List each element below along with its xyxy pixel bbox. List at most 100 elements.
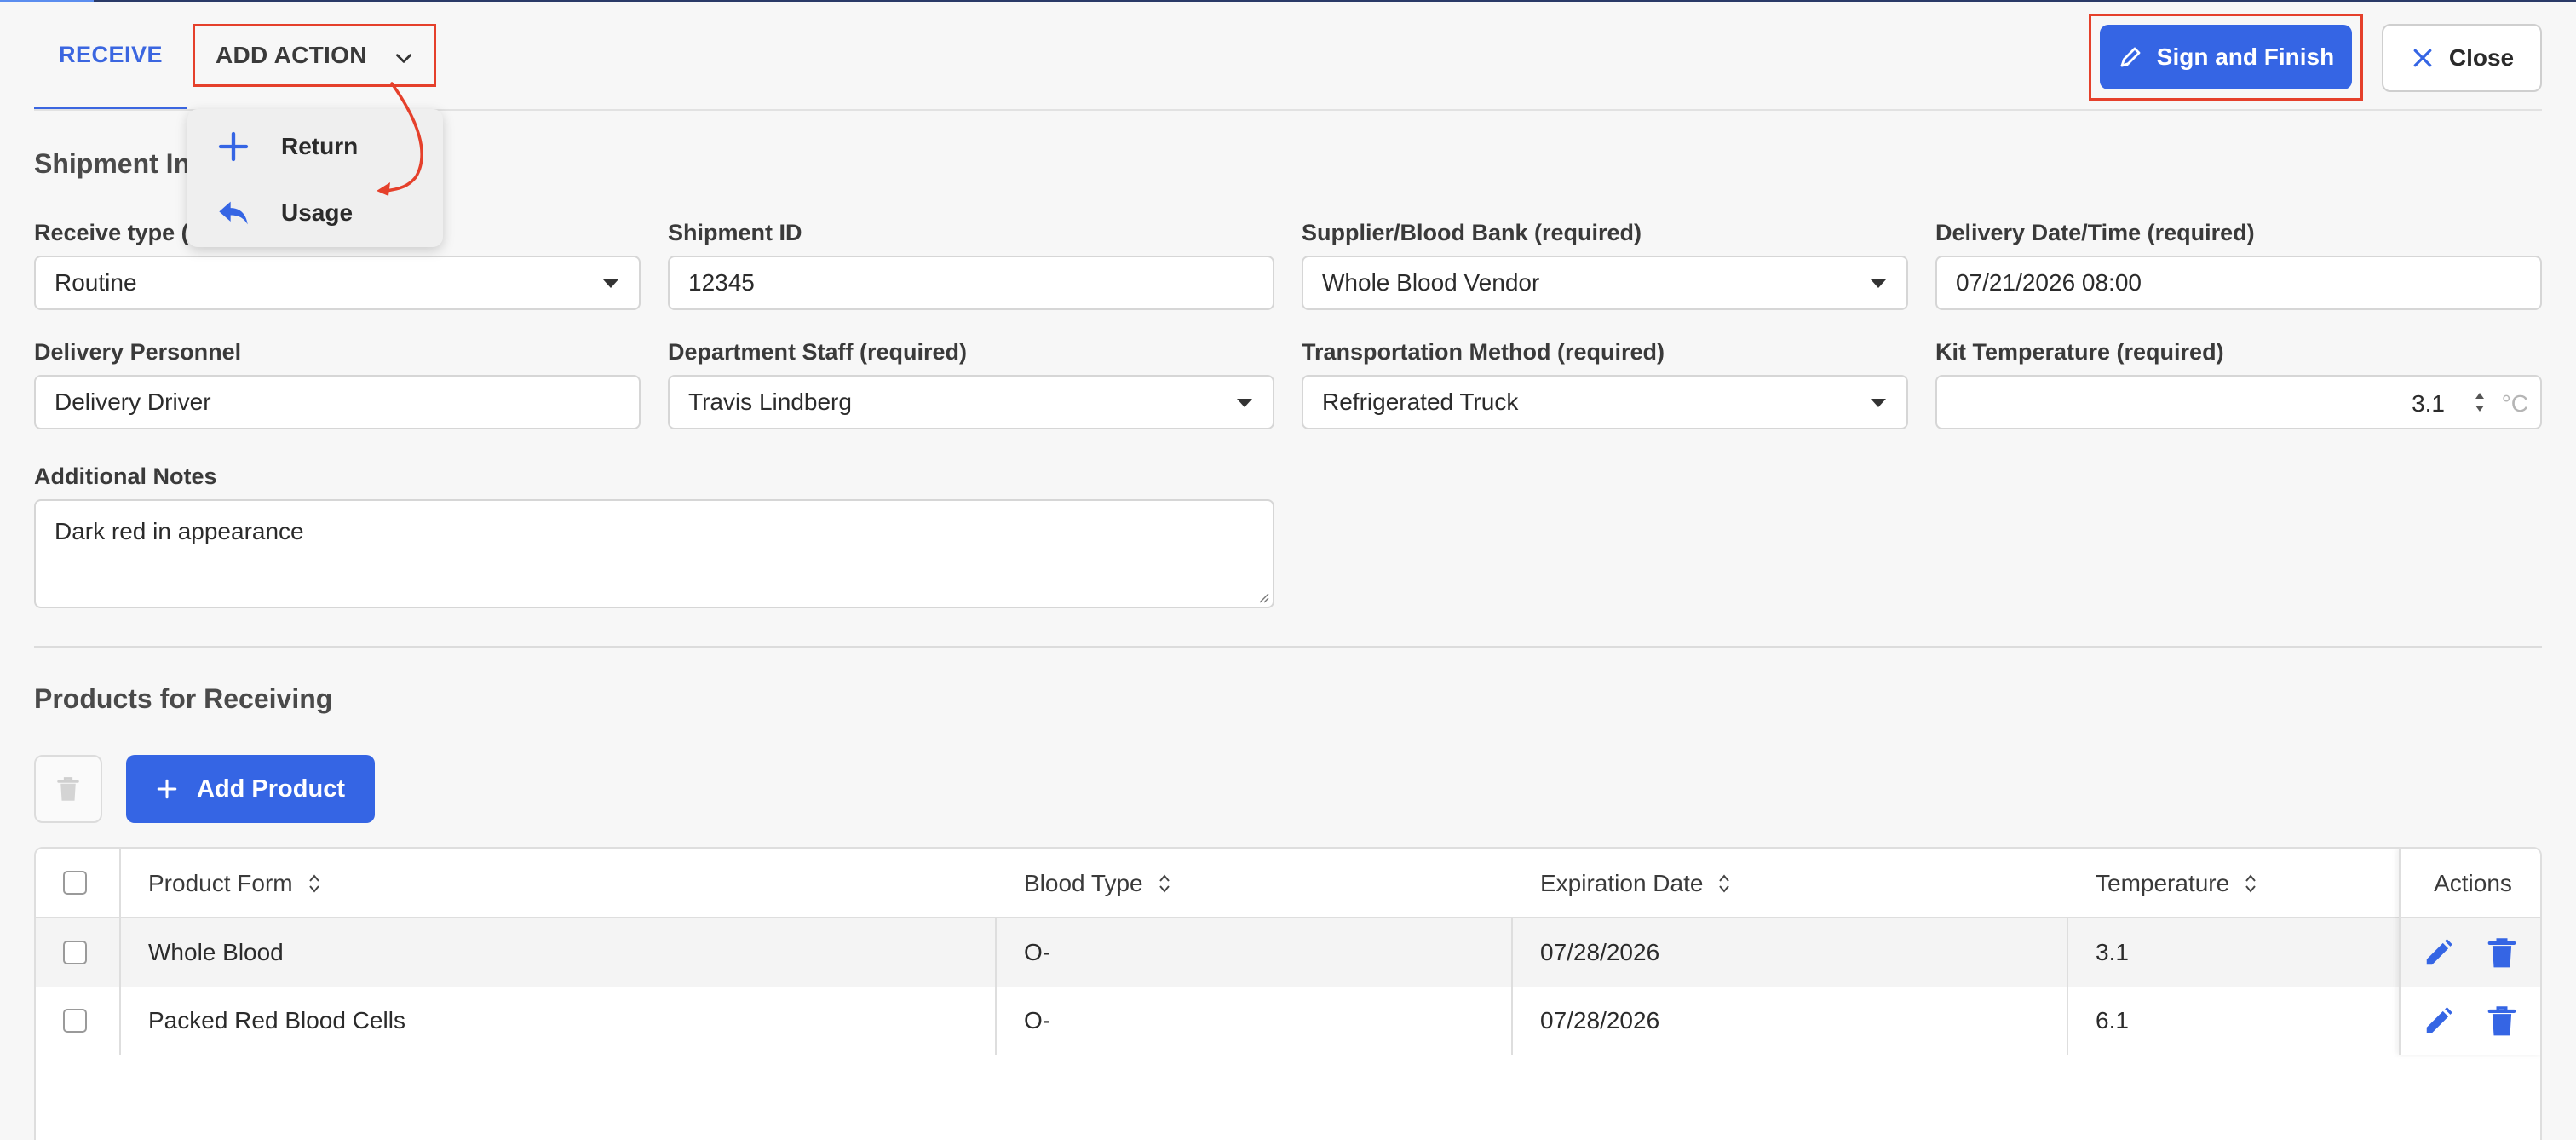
cell-product-form: Whole Blood — [148, 939, 284, 965]
close-icon — [2413, 49, 2432, 67]
column-header-blood-type[interactable]: Blood Type — [1024, 849, 1170, 918]
cell-expiration-date: 07/28/2026 — [1540, 1007, 1660, 1033]
column-header-label: Blood Type — [1024, 870, 1143, 896]
close-label: Close — [2448, 44, 2515, 71]
shipment-id-input[interactable]: 12345 — [668, 256, 1274, 310]
add-product-button[interactable]: Add Product — [126, 755, 375, 823]
sign-and-finish-label: Sign and Finish — [2156, 43, 2335, 70]
column-header-label: Product Form — [148, 870, 293, 896]
column-header-temperature[interactable]: Temperature — [2096, 849, 2257, 918]
cell-temperature: 3.1 — [2096, 939, 2129, 965]
kit-temperature-value: 3.1 — [2412, 390, 2445, 417]
kit-temperature-label: Kit Temperature (required) — [1935, 339, 2224, 365]
receive-type-value: Routine — [55, 269, 137, 296]
supplier-value: Whole Blood Vendor — [1322, 269, 1540, 296]
column-header-actions: Actions — [2401, 849, 2540, 918]
table-header: Product Form Blood Type Expiration Date … — [36, 849, 2540, 918]
receive-type-select[interactable]: Routine — [34, 256, 641, 310]
delivery-personnel-value: Delivery Driver — [55, 389, 211, 415]
reply-arrow-icon — [219, 201, 248, 225]
column-header-label: Temperature — [2096, 870, 2230, 896]
number-spinner-icon[interactable] — [2474, 389, 2486, 416]
transport-method-value: Refrigerated Truck — [1322, 389, 1519, 415]
edit-pencil-icon[interactable] — [2423, 936, 2455, 969]
delete-selected-button[interactable] — [34, 755, 102, 823]
header-bar: RECEIVE ADD ACTION Sign and Finish Close — [0, 2, 2576, 111]
edit-pencil-icon[interactable] — [2423, 1005, 2455, 1037]
sort-icon — [1159, 874, 1170, 893]
table-row: Whole Blood O- 07/28/2026 3.1 — [36, 918, 2540, 987]
sort-icon — [2245, 874, 2256, 893]
cell-expiration-date: 07/28/2026 — [1540, 939, 1660, 965]
cell-temperature: 6.1 — [2096, 1007, 2129, 1033]
cell-product-form: Packed Red Blood Cells — [148, 1007, 405, 1033]
row-checkbox[interactable] — [63, 1009, 87, 1033]
delivery-date-label: Delivery Date/Time (required) — [1935, 220, 2255, 245]
resize-grip-icon[interactable] — [1256, 590, 1269, 603]
actions-column: Actions — [2399, 849, 2540, 1055]
chevron-down-icon — [396, 54, 411, 63]
close-button[interactable]: Close — [2382, 24, 2542, 92]
kit-temperature-input[interactable]: 3.1 °C — [1935, 375, 2542, 429]
notes-value: Dark red in appearance — [55, 518, 304, 544]
sort-icon — [308, 874, 319, 893]
menu-item-label: Usage — [281, 199, 354, 226]
kit-temperature-unit: °C — [2501, 390, 2528, 417]
department-staff-value: Travis Lindberg — [688, 389, 852, 415]
caret-down-icon — [1237, 399, 1252, 407]
column-divider — [995, 918, 997, 1055]
add-action-dropdown[interactable]: ADD ACTION — [193, 24, 436, 87]
cell-blood-type: O- — [1024, 1007, 1051, 1033]
menu-item-usage[interactable]: Usage — [187, 182, 443, 244]
add-action-label: ADD ACTION — [216, 42, 367, 68]
delivery-personnel-label: Delivery Personnel — [34, 339, 242, 365]
delivery-personnel-input[interactable]: Delivery Driver — [34, 375, 641, 429]
add-product-label: Add Product — [197, 774, 345, 803]
select-all-checkbox[interactable] — [63, 871, 87, 895]
column-header-product-form[interactable]: Product Form — [148, 849, 320, 918]
menu-item-return[interactable]: Return — [187, 116, 443, 177]
delivery-date-value: 07/21/2026 08:00 — [1956, 269, 2142, 296]
department-staff-label: Department Staff (required) — [668, 339, 968, 365]
pen-icon — [2120, 47, 2141, 67]
delete-trash-icon[interactable] — [2486, 1005, 2518, 1037]
caret-down-icon — [1871, 399, 1886, 407]
caret-down-icon — [1871, 279, 1886, 288]
section-divider — [34, 646, 2542, 648]
transport-method-label: Transportation Method (required) — [1302, 339, 1665, 365]
tab-receive[interactable]: RECEIVE — [34, 2, 187, 111]
column-header-expiration-date[interactable]: Expiration Date — [1540, 849, 1730, 918]
shipment-info-title: Shipment In — [34, 148, 191, 179]
trash-icon — [57, 777, 79, 801]
shipment-id-value: 12345 — [688, 269, 755, 296]
column-divider — [1511, 918, 1513, 1055]
cell-blood-type: O- — [1024, 939, 1051, 965]
delete-trash-icon[interactable] — [2486, 936, 2518, 969]
column-header-label: Expiration Date — [1540, 870, 1704, 896]
column-header-label: Actions — [2434, 870, 2512, 896]
products-title: Products for Receiving — [34, 683, 333, 714]
sign-finish-highlight: Sign and Finish — [2089, 14, 2363, 101]
sign-and-finish-button[interactable]: Sign and Finish — [2100, 25, 2352, 89]
delivery-date-input[interactable]: 07/21/2026 08:00 — [1935, 256, 2542, 310]
sort-icon — [1719, 874, 1730, 893]
supplier-label: Supplier/Blood Bank (required) — [1302, 220, 1642, 245]
plus-icon — [218, 131, 249, 162]
notes-textarea[interactable]: Dark red in appearance — [34, 499, 1274, 608]
department-staff-select[interactable]: Travis Lindberg — [668, 375, 1274, 429]
add-action-menu: Return Usage — [187, 109, 443, 247]
receive-type-label: Receive type (r — [34, 220, 198, 245]
column-divider — [119, 849, 121, 918]
caret-down-icon — [603, 279, 618, 288]
shipment-id-label: Shipment ID — [668, 220, 802, 245]
column-divider — [119, 918, 121, 1055]
supplier-select[interactable]: Whole Blood Vendor — [1302, 256, 1908, 310]
notes-label: Additional Notes — [34, 463, 217, 489]
products-table: Product Form Blood Type Expiration Date … — [34, 847, 2542, 1140]
plus-icon — [157, 779, 177, 799]
transport-method-select[interactable]: Refrigerated Truck — [1302, 375, 1908, 429]
menu-item-label: Return — [281, 133, 359, 159]
table-row: Packed Red Blood Cells O- 07/28/2026 6.1 — [36, 987, 2540, 1055]
column-divider — [2067, 918, 2068, 1055]
row-checkbox[interactable] — [63, 941, 87, 964]
